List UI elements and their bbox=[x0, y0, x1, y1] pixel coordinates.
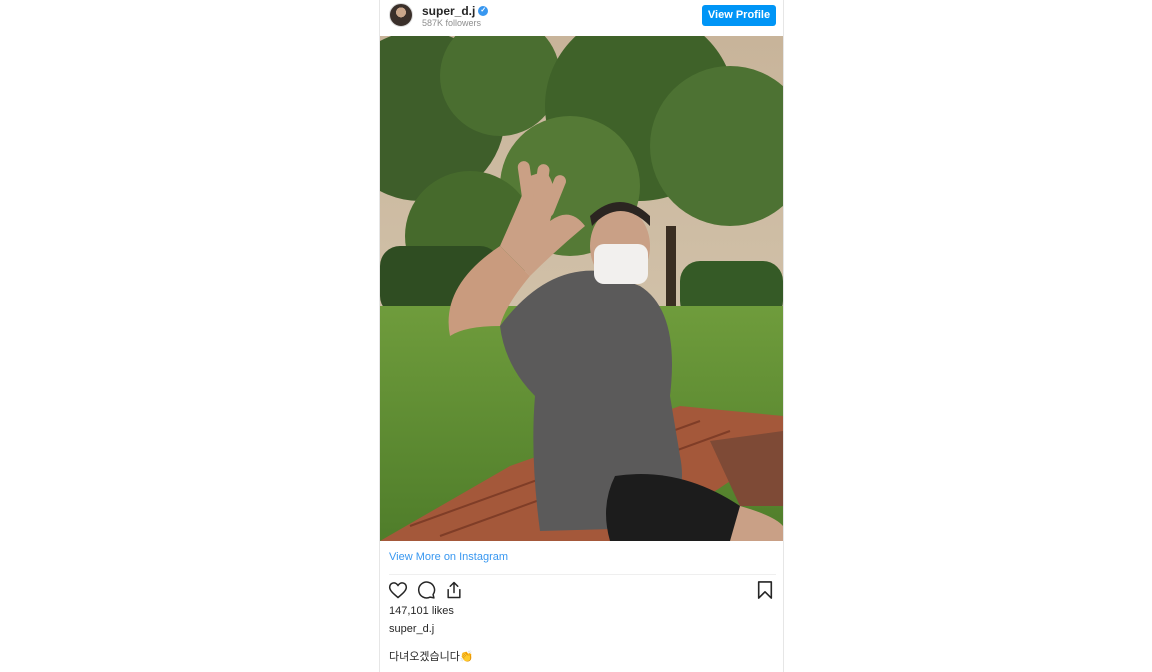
post-header: super_d.j ✓ 587K followers View Profile bbox=[380, 0, 783, 36]
follower-count: 587K followers bbox=[422, 18, 482, 28]
post-photo[interactable] bbox=[380, 36, 783, 541]
verified-badge-icon: ✓ bbox=[478, 6, 489, 16]
photo-illustration bbox=[380, 36, 783, 541]
action-bar bbox=[388, 580, 464, 600]
username[interactable]: super_d.j bbox=[422, 4, 475, 18]
view-profile-button[interactable]: View Profile bbox=[702, 5, 776, 26]
instagram-embed: super_d.j ✓ 587K followers View Profile bbox=[379, 0, 784, 672]
heart-icon[interactable] bbox=[388, 580, 408, 600]
divider bbox=[389, 574, 776, 575]
caption-text: 다녀오겠습니다👏 bbox=[389, 651, 474, 663]
bookmark-icon[interactable] bbox=[756, 580, 774, 600]
like-count[interactable]: 147,101 likes bbox=[389, 605, 454, 617]
username-row[interactable]: super_d.j ✓ bbox=[422, 4, 489, 18]
share-icon[interactable] bbox=[444, 580, 464, 600]
caption-author[interactable]: super_d.j bbox=[389, 623, 434, 635]
comment-bubble-icon[interactable] bbox=[416, 580, 436, 600]
view-more-link[interactable]: View More on Instagram bbox=[389, 551, 508, 563]
avatar[interactable] bbox=[389, 3, 413, 27]
